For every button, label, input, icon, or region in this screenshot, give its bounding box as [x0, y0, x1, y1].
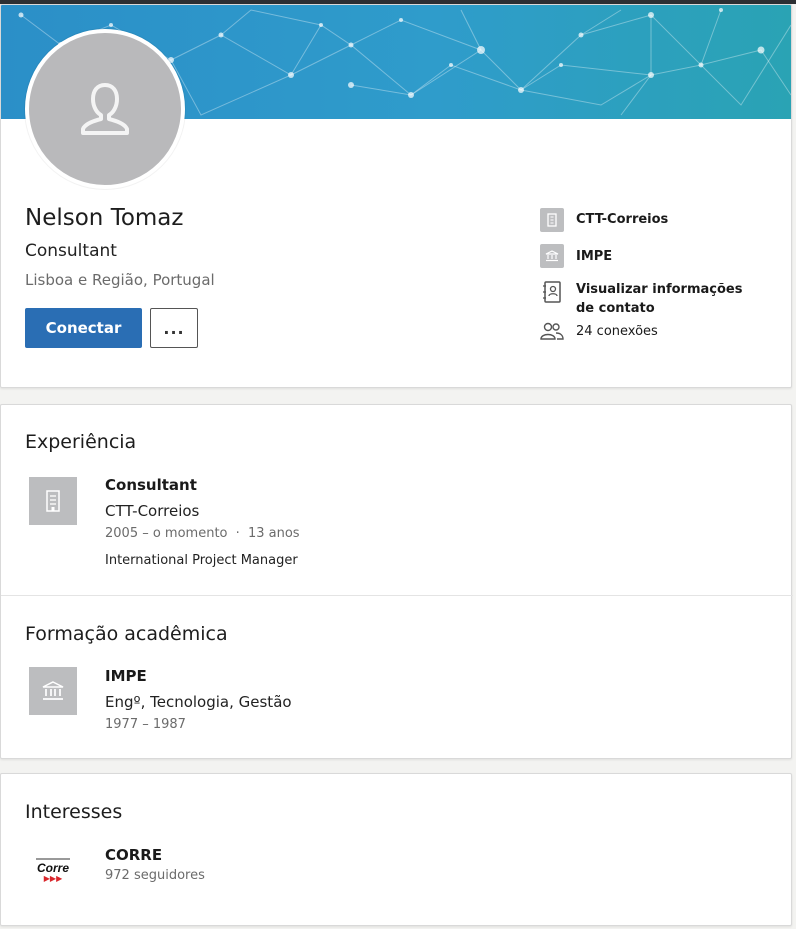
connect-button[interactable]: Conectar — [25, 308, 142, 348]
experience-description: International Project Manager — [105, 553, 298, 568]
interests-card: Interesses Corre ▶▶▶ CORRE 972 seguidore… — [0, 773, 792, 926]
interest-logo-text: Corre — [36, 860, 69, 875]
experience-dates: 2005 – o momento — [105, 526, 228, 541]
education-section-title: Formação acadêmica — [25, 623, 228, 645]
interest-name: CORRE — [105, 846, 163, 864]
school-icon — [42, 681, 64, 700]
contact-card-icon — [540, 280, 564, 304]
connections-icon — [540, 319, 564, 343]
experience-education-card: Experiência Consultant CTT-Correios 2005… — [0, 404, 793, 759]
sidebar-school[interactable]: IMPE — [540, 244, 756, 268]
education-school: IMPE — [105, 667, 147, 685]
experience-duration: 13 anos — [247, 526, 300, 541]
profile-avatar[interactable] — [25, 29, 185, 189]
sidebar-connections-label: 24 conexões — [576, 324, 658, 339]
person-icon — [81, 83, 129, 135]
section-divider — [1, 595, 793, 596]
interests-section-title: Interesses — [25, 801, 123, 823]
education-dates: 1977 – 1987 — [105, 717, 186, 732]
building-icon — [540, 208, 564, 232]
experience-role: Consultant — [105, 476, 197, 494]
experience-section-title: Experiência — [25, 431, 137, 453]
company-logo — [29, 477, 77, 525]
experience-company: CTT-Correios — [105, 502, 200, 520]
sidebar-school-label: IMPE — [576, 249, 613, 264]
sidebar-company[interactable]: CTT-Correios — [540, 208, 756, 232]
sidebar-connections[interactable]: 24 conexões — [540, 319, 756, 343]
experience-dates-line: 2005 – o momento · 13 anos — [105, 526, 300, 541]
profile-headline: Consultant — [25, 241, 117, 261]
more-options-button[interactable]: ... — [150, 308, 198, 348]
interest-logo: Corre ▶▶▶ — [29, 846, 77, 894]
building-icon — [46, 490, 60, 512]
profile-location: Lisboa e Região, Portugal — [25, 271, 215, 289]
profile-card: Nelson Tomaz Consultant Lisboa e Região,… — [0, 4, 792, 388]
sidebar-contact-label: Visualizar informações de contato — [576, 282, 743, 316]
meta-separator: · — [235, 526, 240, 541]
interest-followers: 972 seguidores — [105, 868, 205, 883]
sidebar-contact-info[interactable]: Visualizar informações de contato — [540, 280, 756, 318]
school-icon — [540, 244, 564, 268]
profile-name: Nelson Tomaz — [25, 205, 184, 231]
school-logo — [29, 667, 77, 715]
sidebar-company-label: CTT-Correios — [576, 212, 669, 227]
arrows-icon: ▶▶▶ — [43, 873, 63, 883]
education-degree: Engº, Tecnologia, Gestão — [105, 693, 292, 711]
